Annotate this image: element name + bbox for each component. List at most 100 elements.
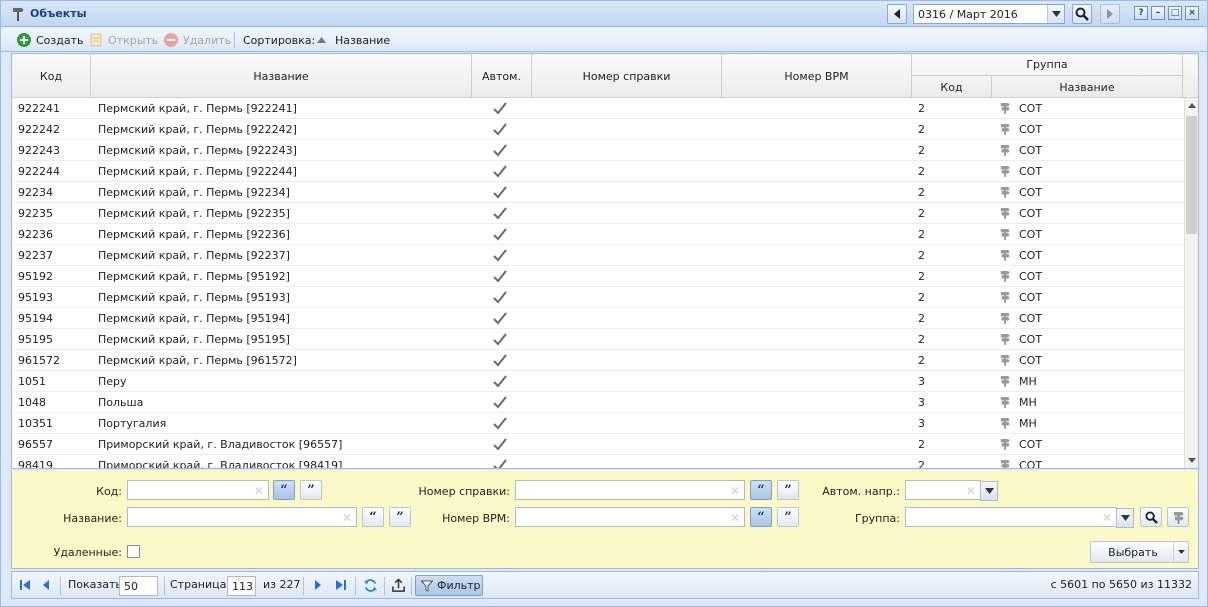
row-group-code: 3 [918,375,925,388]
table-row[interactable]: 1048 Польша 3 МН [12,392,1184,413]
grid-scrollbar[interactable] [1184,98,1198,468]
vrm-filter-input[interactable]: ✕ [515,507,745,527]
close-button[interactable]: × [1185,6,1199,20]
next-period-button[interactable] [1100,4,1120,24]
minimize-button[interactable]: – [1151,6,1165,20]
cert-filter-input[interactable]: ✕ [515,480,745,500]
table-row[interactable]: 922241 Пермский край, г. Пермь [922241] 2 С… [12,98,1184,119]
open-quote-icon: “ [757,482,765,498]
period-search-button[interactable] [1072,4,1092,24]
row-code: 95192 [18,270,53,283]
clear-icon[interactable]: ✕ [730,511,740,525]
group-filter-label: Группа: [854,512,900,525]
row-group-name: СОТ [1019,438,1043,451]
page-size-input[interactable]: 50 [119,576,158,596]
row-group-name: СОТ [1019,354,1043,367]
maximize-button[interactable]: □ [1168,6,1182,20]
chevron-down-icon[interactable] [980,481,998,501]
group-search-button[interactable] [1140,507,1162,527]
deleted-checkbox[interactable] [127,545,140,558]
code-contains-button[interactable]: ” [300,480,322,500]
scrollbar-thumb[interactable] [1186,116,1197,234]
clear-icon[interactable]: ✕ [342,511,352,525]
clear-icon[interactable]: ✕ [966,484,976,498]
row-name: Пермский край, г. Пермь [92236] [98,228,290,241]
table-row[interactable]: 92235 Пермский край, г. Пермь [92235] 2 СОТ [12,203,1184,224]
auto-filter-combo[interactable]: ✕ [905,480,998,501]
table-row[interactable]: 95192 Пермский край, г. Пермь [95192] 2 СОТ [12,266,1184,287]
prev-period-button[interactable] [887,4,907,24]
last-page-icon[interactable] [333,577,349,593]
pager-separator [303,577,304,595]
table-row[interactable]: 922243 Пермский край, г. Пермь [922243] 2 С… [12,140,1184,161]
vrm-contains-button[interactable]: ” [777,507,799,527]
page-number-input[interactable]: 113 [227,576,256,596]
period-select[interactable]: 0316 / Март 2016 [913,4,1065,24]
signpost-icon [1000,334,1010,345]
name-filter-input[interactable]: ✕ [127,507,357,527]
table-row[interactable]: 922244 Пермский край, г. Пермь [922244] 2 С… [12,161,1184,182]
table-row[interactable]: 1051 Перу 3 МН [12,371,1184,392]
table-row[interactable]: 92234 Пермский край, г. Пермь [92234] 2 СОТ [12,182,1184,203]
export-icon[interactable] [390,577,406,593]
column-header-code[interactable]: Код [12,54,91,98]
signpost-icon [1000,103,1010,114]
page-count: из 227 [263,578,301,591]
clear-icon[interactable]: ✕ [254,484,264,498]
clear-icon[interactable]: ✕ [730,484,740,498]
create-button[interactable]: Создать [17,32,84,48]
scroll-up-icon[interactable] [1188,103,1196,108]
filter-toggle-button[interactable]: Фильтр [415,575,483,596]
column-header-vrm-number[interactable]: Номер ВРМ [722,54,912,98]
next-page-icon[interactable] [310,577,326,593]
vrm-exact-match-button[interactable]: “ [750,507,772,527]
chevron-down-icon[interactable] [1116,508,1134,528]
table-row[interactable]: 96557 Приморский край, г. Владивосток [96… [12,434,1184,455]
row-name: Пермский край, г. Пермь [95195] [98,333,290,346]
signpost-icon [1000,145,1010,156]
table-row[interactable]: 922242 Пермский край, г. Пермь [922242] 2 С… [12,119,1184,140]
chevron-down-icon[interactable] [1047,5,1064,23]
code-filter-input[interactable]: ✕ [127,480,269,500]
auto-filter-label: Автом. напр.: [822,485,900,498]
row-group-code: 2 [918,165,925,178]
signpost-icon [1000,124,1010,135]
code-filter-label: Код: [96,485,122,498]
cert-exact-match-button[interactable]: “ [750,480,772,500]
row-group-code: 2 [918,186,925,199]
signpost-icon [1000,292,1010,303]
row-name: Перу [98,375,127,388]
table-row[interactable]: 961572 Пермский край, г. Пермь [961572] 2 С… [12,350,1184,371]
first-page-icon[interactable] [17,577,33,593]
table-row[interactable]: 95195 Пермский край, г. Пермь [95195] 2 СОТ [12,329,1184,350]
open-button[interactable]: Открыть [89,32,158,48]
help-button[interactable]: ? [1134,6,1148,20]
select-button[interactable]: Выбрать [1090,541,1189,563]
column-header-group-code[interactable]: Код [912,76,992,98]
sort-field-button[interactable]: Название [317,32,390,48]
name-exact-match-button[interactable]: “ [362,507,384,527]
clear-icon[interactable]: ✕ [1102,511,1112,525]
table-row[interactable]: 95194 Пермский край, г. Пермь [95194] 2 СОТ [12,308,1184,329]
column-header-auto[interactable]: Автом. [472,54,532,98]
column-header-group-name[interactable]: Название [992,76,1183,98]
refresh-icon[interactable] [362,577,378,593]
table-row[interactable]: 98419 Приморский край, г. Владивосток [98… [12,455,1184,468]
cert-contains-button[interactable]: ” [777,480,799,500]
table-row[interactable]: 95193 Пермский край, г. Пермь [95193] 2 СОТ [12,287,1184,308]
pager-separator [164,577,165,595]
column-header-cert-number[interactable]: Номер справки [532,54,722,98]
delete-button[interactable]: Удалить [164,32,231,48]
row-name: Пермский край, г. Пермь [92235] [98,207,290,220]
table-row[interactable]: 10351 Португалия 3 МН [12,413,1184,434]
group-filter-combo[interactable]: ✕ [905,507,1134,528]
column-header-name[interactable]: Название [91,54,472,98]
prev-page-icon[interactable] [38,577,54,593]
chevron-down-icon[interactable] [1173,542,1188,562]
scroll-down-icon[interactable] [1188,458,1196,463]
table-row[interactable]: 92236 Пермский край, г. Пермь [92236] 2 СОТ [12,224,1184,245]
code-exact-match-button[interactable]: “ [273,480,295,500]
table-row[interactable]: 92237 Пермский край, г. Пермь [92237] 2 СОТ [12,245,1184,266]
group-lookup-button[interactable] [1167,507,1189,527]
name-contains-button[interactable]: ” [389,507,411,527]
